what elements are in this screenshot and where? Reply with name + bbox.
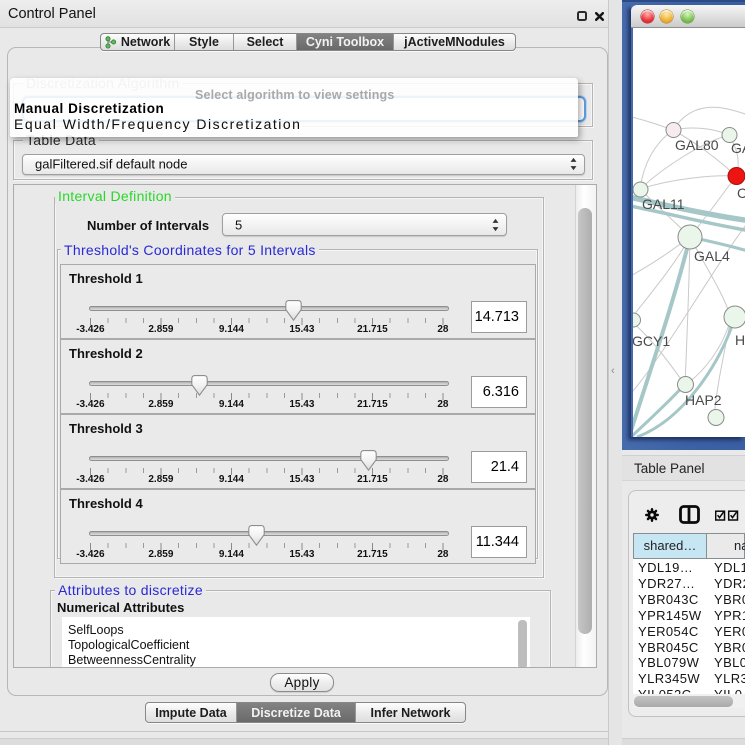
- svg-text:HAP2: HAP2: [685, 392, 722, 408]
- svg-text:GCY1: GCY1: [633, 333, 670, 349]
- svg-text:GAL8: GAL8: [731, 140, 745, 156]
- svg-text:GAL4: GAL4: [694, 248, 730, 264]
- svg-text:GAL11: GAL11: [642, 196, 685, 212]
- svg-text:H: H: [735, 332, 745, 348]
- svg-text:C: C: [737, 185, 745, 201]
- svg-text:GAL80: GAL80: [675, 137, 719, 153]
